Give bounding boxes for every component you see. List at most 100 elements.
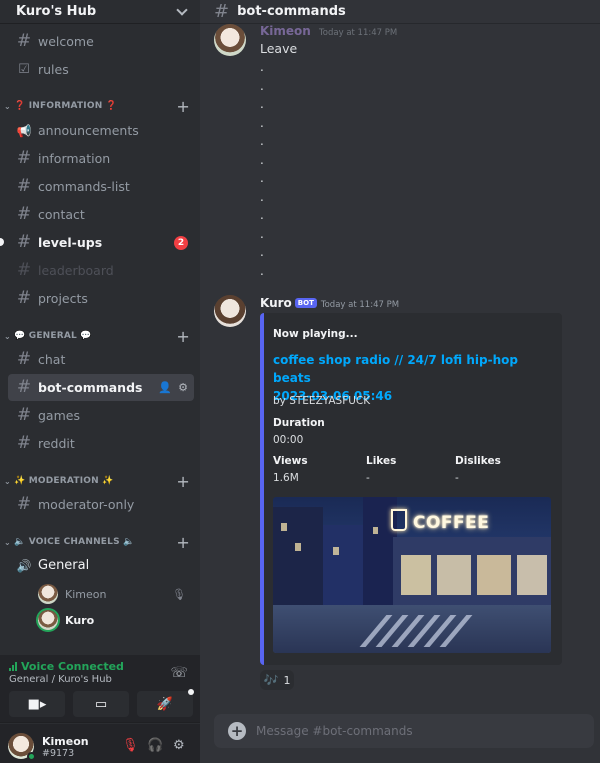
channel-moderator-only[interactable]: # moderator-only bbox=[8, 491, 194, 518]
activity-indicator bbox=[188, 689, 194, 695]
message-dots: . . . . . . . . . . . . bbox=[260, 60, 270, 284]
channel-label: rules bbox=[38, 62, 69, 77]
gear-icon[interactable]: ⚙ bbox=[178, 381, 188, 394]
now-playing-embed: Now playing... coffee shop radio // 24/7… bbox=[260, 313, 562, 665]
category-general[interactable]: ⌄ 💬 GENERAL 💬 + bbox=[4, 327, 194, 346]
user-tag: #9173 bbox=[42, 748, 75, 759]
channel-reddit[interactable]: # reddit bbox=[8, 430, 194, 457]
channel-announcements[interactable]: 📢 announcements bbox=[8, 117, 194, 144]
add-channel-icon[interactable]: + bbox=[176, 97, 190, 116]
channel-bot-commands[interactable]: # bot-commands 👤 ⚙ bbox=[8, 374, 194, 401]
gear-icon[interactable]: ⚙ bbox=[173, 738, 185, 753]
channel-leaderboard[interactable]: # leaderboard bbox=[8, 257, 194, 284]
rules-checkbox-icon: ☑ bbox=[18, 62, 30, 77]
dot-line: . bbox=[260, 134, 264, 148]
user-panel: Kimeon #9173 🎙 🎧 ⚙ bbox=[0, 724, 200, 763]
channel-label: welcome bbox=[38, 34, 94, 49]
embed-author: Now playing... bbox=[273, 328, 358, 340]
channel-information[interactable]: # information bbox=[8, 145, 194, 172]
message-text: Leave bbox=[260, 41, 298, 56]
add-channel-icon[interactable]: + bbox=[176, 472, 190, 491]
voice-status[interactable]: Voice Connected bbox=[21, 660, 124, 673]
channel-label: contact bbox=[38, 207, 85, 222]
category-voice-channels[interactable]: ⌄ 🔈 VOICE CHANNELS 🔈 + bbox=[4, 533, 194, 552]
dot-line: . bbox=[260, 60, 264, 74]
category-label: 💬 GENERAL 💬 bbox=[14, 331, 92, 341]
coffee-cup-icon bbox=[391, 509, 407, 531]
mention-badge: 2 bbox=[174, 235, 188, 250]
channel-level-ups[interactable]: # level-ups 2 bbox=[0, 229, 194, 256]
reaction-button[interactable]: 🎶 1 bbox=[260, 670, 294, 690]
voice-user-kuro[interactable]: Kuro bbox=[38, 608, 194, 632]
message-author[interactable]: Kuro BOT Today at 11:47 PM bbox=[260, 296, 399, 310]
reaction-count: 1 bbox=[283, 673, 291, 687]
mic-muted-icon[interactable]: 🎙 bbox=[122, 738, 139, 753]
field-duration-value: 00:00 bbox=[273, 434, 304, 446]
disconnect-call-icon[interactable]: ☏ bbox=[170, 665, 188, 681]
channel-label: General bbox=[38, 558, 90, 573]
server-header[interactable]: Kuro's Hub bbox=[0, 0, 200, 24]
invite-member-icon[interactable]: 👤 bbox=[158, 381, 172, 394]
signal-bars-icon bbox=[9, 662, 17, 671]
screen-share-button[interactable]: ▭ bbox=[73, 691, 129, 717]
channel-welcome[interactable]: # welcome bbox=[8, 28, 194, 55]
dot-line: . bbox=[260, 171, 264, 185]
channel-sidebar: Kuro's Hub # welcome ☑ rules ⌄ ❓ INFORMA… bbox=[0, 0, 200, 763]
rocket-icon: 🚀 bbox=[156, 696, 174, 712]
embed-title-line: coffee shop radio // 24/7 lofi hip-hop b… bbox=[273, 353, 518, 385]
voice-channel-general[interactable]: 🔊 General bbox=[8, 552, 194, 579]
voice-user-name: Kimeon bbox=[65, 587, 107, 601]
channel-label: commands-list bbox=[38, 179, 130, 194]
author-name: Kimeon bbox=[260, 24, 311, 38]
hashtag-icon: # bbox=[16, 433, 32, 453]
hashtag-icon: # bbox=[16, 204, 32, 224]
avatar bbox=[38, 610, 58, 630]
hashtag-icon: # bbox=[16, 288, 32, 308]
field-views-value: 1.6M bbox=[273, 472, 299, 484]
field-likes-value: - bbox=[366, 472, 370, 484]
field-dislikes-label: Dislikes bbox=[455, 455, 501, 467]
channel-label: level-ups bbox=[38, 235, 103, 250]
channel-label: reddit bbox=[38, 436, 75, 451]
unread-indicator bbox=[0, 238, 4, 246]
activity-button[interactable]: 🚀 bbox=[137, 691, 193, 717]
headphones-icon[interactable]: 🎧 bbox=[147, 738, 163, 753]
add-channel-icon[interactable]: + bbox=[176, 533, 190, 552]
category-label: ❓ INFORMATION ❓ bbox=[14, 101, 118, 111]
channel-contact[interactable]: # contact bbox=[8, 201, 194, 228]
channel-label: information bbox=[38, 151, 111, 166]
voice-connected-panel: Voice Connected General / Kuro's Hub ☏ ■… bbox=[0, 655, 200, 723]
hashtag-icon: # bbox=[16, 349, 32, 369]
hashtag-icon: # bbox=[16, 176, 32, 196]
voice-location[interactable]: General / Kuro's Hub bbox=[9, 674, 112, 685]
voice-user-kimeon[interactable]: Kimeon 🎙 bbox=[38, 582, 194, 606]
dot-line: . bbox=[260, 245, 264, 259]
category-information[interactable]: ⌄ ❓ INFORMATION ❓ + bbox=[4, 97, 194, 116]
category-moderation[interactable]: ⌄ ✨ MODERATION ✨ + bbox=[4, 472, 194, 491]
hashtag-icon: # bbox=[16, 405, 32, 425]
channel-title: bot-commands bbox=[237, 4, 346, 19]
channel-rules[interactable]: ☑ rules bbox=[8, 56, 194, 83]
channel-label: projects bbox=[38, 291, 88, 306]
message-author[interactable]: Kimeon Today at 11:47 PM bbox=[260, 24, 397, 38]
field-views-label: Views bbox=[273, 455, 308, 467]
message-input[interactable] bbox=[256, 724, 594, 738]
add-attachment-icon[interactable]: + bbox=[228, 722, 246, 740]
collapse-arrow-icon: ⌄ bbox=[4, 331, 11, 341]
channel-commands-list[interactable]: # commands-list bbox=[8, 173, 194, 200]
add-channel-icon[interactable]: + bbox=[176, 327, 190, 346]
channel-projects[interactable]: # projects bbox=[8, 285, 194, 312]
channel-label: bot-commands bbox=[38, 380, 143, 395]
avatar[interactable] bbox=[214, 295, 246, 327]
hashtag-icon: # bbox=[16, 232, 32, 252]
hashtag-icon: # bbox=[16, 31, 32, 51]
embed-thumbnail-image[interactable]: COFFEE bbox=[273, 497, 551, 653]
camera-button[interactable]: ■▸ bbox=[9, 691, 65, 717]
channel-games[interactable]: # games bbox=[8, 402, 194, 429]
collapse-arrow-icon: ⌄ bbox=[4, 101, 11, 111]
hashtag-icon: # bbox=[16, 377, 32, 397]
category-label: 🔈 VOICE CHANNELS 🔈 bbox=[14, 537, 135, 547]
channel-chat[interactable]: # chat bbox=[8, 346, 194, 373]
speaker-icon: 🔊 bbox=[16, 558, 32, 573]
avatar[interactable] bbox=[214, 24, 246, 56]
